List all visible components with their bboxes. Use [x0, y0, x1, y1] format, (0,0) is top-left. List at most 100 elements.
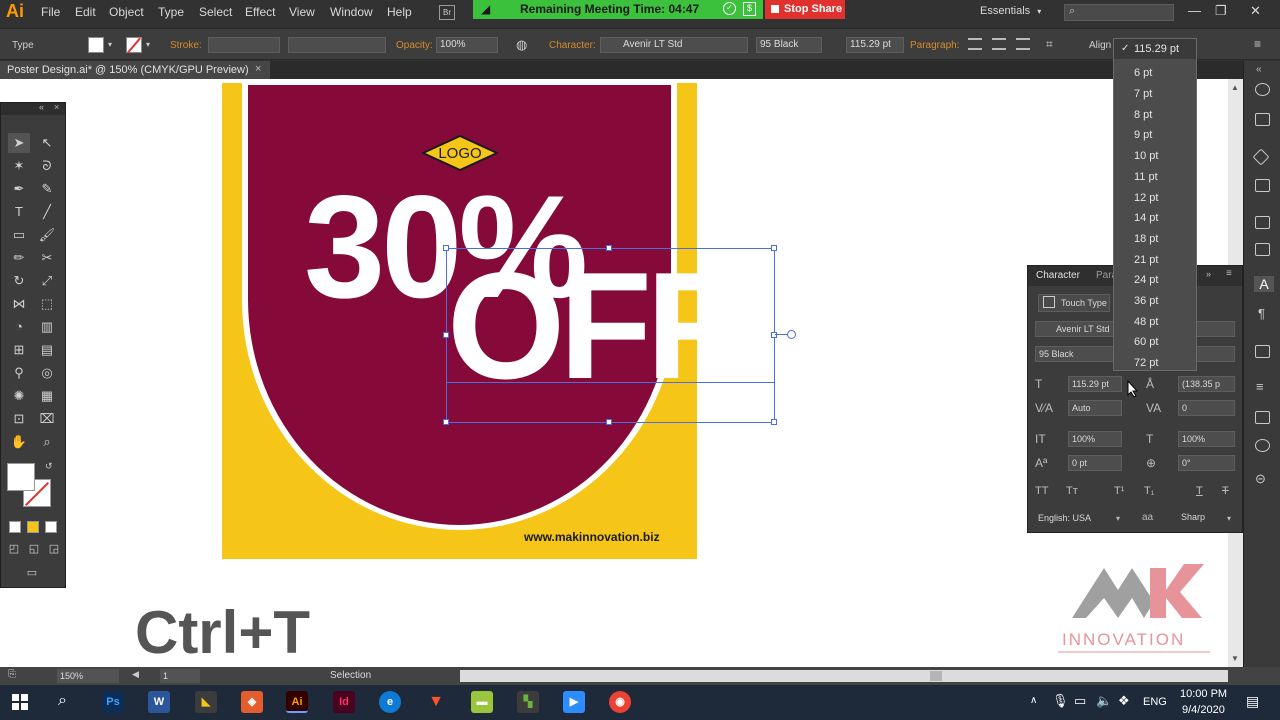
- file-manager-icon[interactable]: ▬: [471, 691, 493, 713]
- language-indicator[interactable]: ENG: [1143, 696, 1167, 708]
- gradient-panel-icon[interactable]: [1255, 411, 1270, 424]
- font-size-option[interactable]: 9 pt: [1134, 129, 1152, 141]
- close-icon[interactable]: ×: [255, 63, 261, 75]
- gradient-mode-icon[interactable]: [27, 521, 39, 533]
- font-size-option[interactable]: 60 pt: [1134, 336, 1158, 348]
- small-caps-icon[interactable]: Tт: [1066, 485, 1078, 497]
- clock-time[interactable]: 10:00 PM: [1180, 688, 1227, 700]
- type-tool-icon[interactable]: T: [8, 202, 30, 222]
- illustrator-icon[interactable]: Ai: [286, 691, 308, 713]
- align-left-icon[interactable]: [968, 38, 982, 50]
- artboard-nav-icon[interactable]: ⎘: [8, 669, 16, 680]
- camera-app-icon[interactable]: ◈: [241, 691, 263, 713]
- notifications-icon[interactable]: ▤: [1246, 693, 1259, 710]
- opacity-field[interactable]: 100%: [436, 37, 498, 53]
- align-center-icon[interactable]: [992, 38, 1006, 50]
- scissors-tool-icon[interactable]: ✂: [36, 248, 58, 268]
- draw-inside-icon[interactable]: ◲: [43, 539, 65, 559]
- resize-handle[interactable]: [606, 419, 612, 425]
- character-label[interactable]: Character:: [549, 40, 596, 51]
- menu-select[interactable]: Select: [199, 5, 232, 19]
- shape-builder-tool-icon[interactable]: ◔: [8, 317, 30, 337]
- pen-tool-icon[interactable]: ✒: [8, 179, 30, 199]
- line-tool-icon[interactable]: ╱: [36, 202, 58, 222]
- resize-handle[interactable]: [771, 332, 777, 338]
- rotate-tool-icon[interactable]: ↻: [8, 271, 30, 291]
- scroll-thumb[interactable]: [930, 671, 942, 681]
- grid-icon[interactable]: ⌗: [1046, 37, 1053, 52]
- character-rotation-field[interactable]: 0°: [1178, 455, 1235, 471]
- resize-handle[interactable]: [443, 419, 449, 425]
- menu-edit[interactable]: Edit: [75, 5, 96, 19]
- artboard-number-field[interactable]: 1: [160, 669, 200, 683]
- resize-handle[interactable]: [771, 419, 777, 425]
- mesh-tool-icon[interactable]: ⊞: [8, 340, 30, 360]
- previous-artboard-icon[interactable]: ◀: [132, 669, 139, 680]
- color-mode-icon[interactable]: [9, 521, 21, 533]
- underline-icon[interactable]: T: [1196, 485, 1203, 497]
- restore-icon[interactable]: ❐: [1215, 3, 1227, 19]
- font-style-field[interactable]: 95 Black: [756, 37, 822, 53]
- resize-handle[interactable]: [443, 332, 449, 338]
- font-size-option[interactable]: 8 pt: [1134, 109, 1152, 121]
- lasso-tool-icon[interactable]: ᘐ: [36, 156, 58, 176]
- document-tab[interactable]: Poster Design.ai* @ 150% (CMYK/GPU Previ…: [0, 61, 270, 79]
- paragraph-panel-icon[interactable]: ¶: [1258, 306, 1265, 321]
- zoom-tool-icon[interactable]: ⌕: [36, 432, 58, 452]
- resize-handle[interactable]: [606, 245, 612, 251]
- tools-panel-header[interactable]: « ×: [1, 102, 65, 115]
- minimize-icon[interactable]: —: [1188, 3, 1201, 18]
- menu-view[interactable]: View: [289, 5, 315, 19]
- notes-icon[interactable]: ◣: [195, 691, 217, 713]
- fill-color-swatch[interactable]: [7, 463, 35, 491]
- artboards-icon[interactable]: [1255, 179, 1270, 192]
- layers-icon[interactable]: [1252, 148, 1270, 166]
- opentype-icon[interactable]: [1255, 345, 1270, 358]
- font-family-field[interactable]: Avenir LT Std: [600, 37, 748, 53]
- indesign-icon[interactable]: Id: [333, 691, 355, 713]
- font-size-option[interactable]: 18 pt: [1134, 233, 1158, 245]
- scroll-down-icon[interactable]: ▼: [1231, 654, 1239, 663]
- website-url[interactable]: www.makinnovation.biz: [524, 530, 660, 544]
- menu-effect[interactable]: Effect: [245, 5, 275, 19]
- close-icon[interactable]: ×: [54, 102, 59, 112]
- microphone-icon[interactable]: 🎙: [1052, 693, 1069, 709]
- chrome-icon[interactable]: ◉: [609, 691, 631, 713]
- clock-date[interactable]: 9/4/2020: [1182, 704, 1225, 716]
- stroke-label[interactable]: Stroke:: [170, 40, 202, 51]
- selection-bounding-box[interactable]: [446, 248, 775, 423]
- swap-colors-icon[interactable]: ↺: [45, 461, 53, 472]
- menu-help[interactable]: Help: [387, 5, 412, 19]
- font-size-option[interactable]: 10 pt: [1134, 150, 1158, 162]
- font-size-field[interactable]: 115.29 pt: [846, 37, 904, 53]
- magic-wand-tool-icon[interactable]: ✶: [8, 156, 30, 176]
- collapse-icon[interactable]: «: [1256, 64, 1262, 75]
- transparency-panel-icon[interactable]: [1255, 439, 1270, 452]
- font-size-option[interactable]: 36 pt: [1134, 295, 1158, 307]
- rectangle-tool-icon[interactable]: ▭: [8, 225, 30, 245]
- scroll-up-icon[interactable]: ▲: [1231, 83, 1239, 92]
- strikethrough-icon[interactable]: T: [1222, 485, 1229, 497]
- font-size-option[interactable]: 6 pt: [1134, 67, 1152, 79]
- volume-icon[interactable]: 🔈: [1096, 693, 1112, 709]
- stroke-swatch[interactable]: [126, 37, 142, 54]
- bridge-button[interactable]: Br: [439, 5, 455, 20]
- selection-tool-icon[interactable]: ➤: [8, 133, 30, 153]
- font-size-option[interactable]: 72 pt: [1134, 357, 1158, 369]
- menu-type[interactable]: Type: [158, 5, 184, 19]
- status-text[interactable]: Selection: [330, 670, 371, 681]
- gradient-tool-icon[interactable]: ▤: [36, 340, 58, 360]
- tracking-field[interactable]: 0: [1178, 400, 1235, 416]
- paragraph-label[interactable]: Paragraph:: [910, 40, 959, 51]
- workspace-switcher[interactable]: Essentials ▾: [980, 5, 1041, 17]
- collapse-icon[interactable]: »: [1206, 269, 1211, 279]
- horizontal-scale-field[interactable]: 100%: [1178, 431, 1235, 447]
- windows-start-icon[interactable]: [12, 694, 28, 710]
- superscript-icon[interactable]: T¹: [1114, 485, 1124, 497]
- tab-character[interactable]: Character: [1036, 270, 1080, 281]
- font-size-option[interactable]: 21 pt: [1134, 254, 1158, 266]
- collapse-icon[interactable]: «: [39, 102, 44, 112]
- links-panel-icon[interactable]: ⊝: [1255, 471, 1266, 487]
- brave-icon[interactable]: ▼: [425, 691, 447, 713]
- width-tool-icon[interactable]: ⋈: [8, 294, 30, 314]
